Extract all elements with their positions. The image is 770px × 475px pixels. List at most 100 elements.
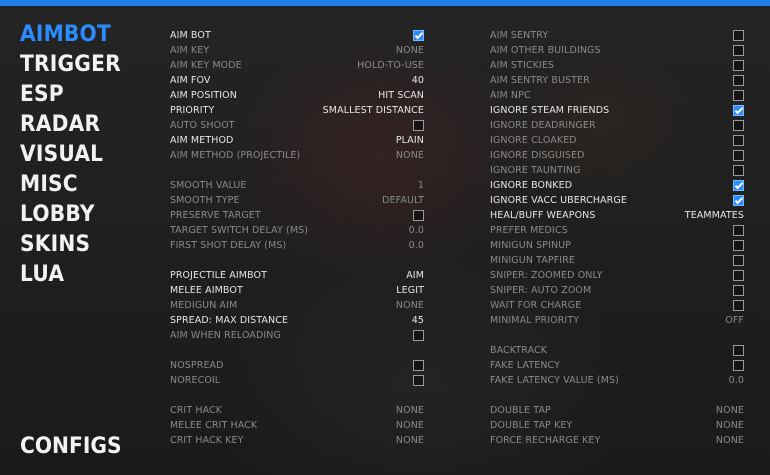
smooth-value-value[interactable]: 1 bbox=[418, 178, 424, 193]
ignore-deadringer-checkbox[interactable] bbox=[733, 120, 744, 131]
minigun-spinup-checkbox[interactable] bbox=[733, 240, 744, 251]
crit-hack-value[interactable]: NONE bbox=[396, 403, 424, 418]
ignore-disguised-checkbox[interactable] bbox=[733, 150, 744, 161]
setting-row-norecoil: NORECOIL bbox=[170, 373, 426, 388]
wait-for-charge-checkbox[interactable] bbox=[733, 300, 744, 311]
setting-row-projectile-aimbot: PROJECTILE AIMBOT AIM bbox=[170, 268, 426, 283]
setting-row-minimal-priority: MINIMAL PRIORITY OFF bbox=[490, 313, 746, 328]
ignore-taunting-checkbox[interactable] bbox=[733, 165, 744, 176]
heal-buff-weapons-value[interactable]: TEAMMATES bbox=[685, 208, 744, 223]
nav-item-visual[interactable]: VISUAL bbox=[20, 140, 140, 170]
target-switch-delay-ms-value[interactable]: 0.0 bbox=[409, 223, 424, 238]
setting-label: AIM BOT bbox=[170, 30, 211, 41]
setting-label: MELEE AIMBOT bbox=[170, 285, 243, 296]
setting-label: SNIPER: ZOOMED ONLY bbox=[490, 270, 603, 281]
melee-crit-hack-value[interactable]: NONE bbox=[396, 418, 424, 433]
smooth-type-value[interactable]: DEFAULT bbox=[382, 193, 424, 208]
setting-row-aim-key: AIM KEY NONE bbox=[170, 43, 426, 58]
setting-label: TARGET SWITCH DELAY (MS) bbox=[170, 225, 309, 236]
setting-label: IGNORE BONKED bbox=[490, 180, 573, 191]
aim-npc-checkbox[interactable] bbox=[733, 90, 744, 101]
setting-label: BACKTRACK bbox=[490, 345, 548, 356]
aim-fov-value[interactable]: 40 bbox=[412, 73, 424, 88]
setting-row-sniper-auto-zoom: SNIPER: AUTO ZOOM bbox=[490, 283, 746, 298]
setting-row-double-tap: DOUBLE TAP NONE bbox=[490, 403, 746, 418]
setting-row-aim-method-projectile: AIM METHOD (PROJECTILE) NONE bbox=[170, 148, 426, 163]
ignore-bonked-checkbox[interactable] bbox=[733, 180, 744, 191]
aim-other-buildings-checkbox[interactable] bbox=[733, 45, 744, 56]
setting-label: MEDIGUN AIM bbox=[170, 300, 238, 311]
nav-item-misc[interactable]: MISC bbox=[20, 170, 140, 200]
nav-item-skins[interactable]: SKINS bbox=[20, 230, 140, 260]
prefer-medics-checkbox[interactable] bbox=[733, 225, 744, 236]
nav-item-trigger[interactable]: TRIGGER bbox=[20, 50, 140, 80]
sniper-zoomed-only-checkbox[interactable] bbox=[733, 270, 744, 281]
setting-row-smooth-type: SMOOTH TYPE DEFAULT bbox=[170, 193, 426, 208]
aim-stickies-checkbox[interactable] bbox=[733, 60, 744, 71]
setting-row-minigun-spinup: MINIGUN SPINUP bbox=[490, 238, 746, 253]
preserve-target-checkbox[interactable] bbox=[413, 210, 424, 221]
backtrack-checkbox[interactable] bbox=[733, 345, 744, 356]
minimal-priority-value[interactable]: OFF bbox=[725, 313, 744, 328]
setting-label: PREFER MEDICS bbox=[490, 225, 568, 236]
force-recharge-key-value[interactable]: NONE bbox=[716, 433, 744, 448]
nav-item-lobby[interactable]: LOBBY bbox=[20, 200, 140, 230]
setting-label: MINIGUN TAPFIRE bbox=[490, 255, 576, 266]
nav-item-esp[interactable]: ESP bbox=[20, 80, 140, 110]
setting-row-ignore-cloaked: IGNORE CLOAKED bbox=[490, 133, 746, 148]
spread-max-distance-value[interactable]: 45 bbox=[412, 313, 424, 328]
ignore-steam-friends-checkbox[interactable] bbox=[733, 105, 744, 116]
nav-item-radar[interactable]: RADAR bbox=[20, 110, 140, 140]
double-tap-key-value[interactable]: NONE bbox=[716, 418, 744, 433]
aim-bot-checkbox[interactable] bbox=[413, 30, 424, 41]
aim-when-reloading-checkbox[interactable] bbox=[413, 330, 424, 341]
nav-item-configs[interactable]: CONFIGS bbox=[20, 432, 122, 462]
first-shot-delay-ms-value[interactable]: 0.0 bbox=[409, 238, 424, 253]
setting-row-nospread: NOSPREAD bbox=[170, 358, 426, 373]
setting-label: SPREAD: MAX DISTANCE bbox=[170, 315, 289, 326]
priority-value[interactable]: SMALLEST DISTANCE bbox=[323, 103, 424, 118]
nav-item-lua[interactable]: LUA bbox=[20, 260, 140, 290]
setting-row-aim-method: AIM METHOD PLAIN bbox=[170, 133, 426, 148]
setting-label: HEAL/BUFF WEAPONS bbox=[490, 210, 596, 221]
aim-key-mode-value[interactable]: HOLD-TO-USE bbox=[357, 58, 424, 73]
minigun-tapfire-checkbox[interactable] bbox=[733, 255, 744, 266]
setting-row-double-tap-key: DOUBLE TAP KEY NONE bbox=[490, 418, 746, 433]
nav-item-aimbot[interactable]: AIMBOT bbox=[20, 20, 140, 50]
setting-label: AIM OTHER BUILDINGS bbox=[490, 45, 601, 56]
ignore-vacc-ubercharge-checkbox[interactable] bbox=[733, 195, 744, 206]
nospread-checkbox[interactable] bbox=[413, 360, 424, 371]
setting-label: DOUBLE TAP KEY bbox=[490, 420, 573, 431]
fake-latency-value-ms-value[interactable]: 0.0 bbox=[729, 373, 744, 388]
sniper-auto-zoom-checkbox[interactable] bbox=[733, 285, 744, 296]
aim-method-projectile-value[interactable]: NONE bbox=[396, 148, 424, 163]
setting-row-ignore-steam-friends: IGNORE STEAM FRIENDS bbox=[490, 103, 746, 118]
setting-label: AIM METHOD (PROJECTILE) bbox=[170, 150, 301, 161]
medigun-aim-value[interactable]: NONE bbox=[396, 298, 424, 313]
melee-aimbot-value[interactable]: LEGIT bbox=[396, 283, 424, 298]
setting-label: FAKE LATENCY bbox=[490, 360, 560, 371]
setting-row-wait-for-charge: WAIT FOR CHARGE bbox=[490, 298, 746, 313]
aim-method-value[interactable]: PLAIN bbox=[396, 133, 424, 148]
setting-row-aim-npc: AIM NPC bbox=[490, 88, 746, 103]
ignore-cloaked-checkbox[interactable] bbox=[733, 135, 744, 146]
crit-hack-key-value[interactable]: NONE bbox=[396, 433, 424, 448]
norecoil-checkbox[interactable] bbox=[413, 375, 424, 386]
setting-row-heal-buff-weapons: HEAL/BUFF WEAPONS TEAMMATES bbox=[490, 208, 746, 223]
aim-position-value[interactable]: HIT SCAN bbox=[378, 88, 424, 103]
projectile-aimbot-value[interactable]: AIM bbox=[406, 268, 424, 283]
aim-sentry-checkbox[interactable] bbox=[733, 30, 744, 41]
setting-label: AIM FOV bbox=[170, 75, 211, 86]
setting-label: PRIORITY bbox=[170, 105, 215, 116]
setting-label: SNIPER: AUTO ZOOM bbox=[490, 285, 592, 296]
fake-latency-checkbox[interactable] bbox=[733, 360, 744, 371]
setting-label: PRESERVE TARGET bbox=[170, 210, 261, 221]
aim-key-value[interactable]: NONE bbox=[396, 43, 424, 58]
auto-shoot-checkbox[interactable] bbox=[413, 120, 424, 131]
setting-row-minigun-tapfire: MINIGUN TAPFIRE bbox=[490, 253, 746, 268]
setting-row-aim-stickies: AIM STICKIES bbox=[490, 58, 746, 73]
aim-sentry-buster-checkbox[interactable] bbox=[733, 75, 744, 86]
double-tap-value[interactable]: NONE bbox=[716, 403, 744, 418]
setting-row-first-shot-delay-ms: FIRST SHOT DELAY (MS) 0.0 bbox=[170, 238, 426, 253]
